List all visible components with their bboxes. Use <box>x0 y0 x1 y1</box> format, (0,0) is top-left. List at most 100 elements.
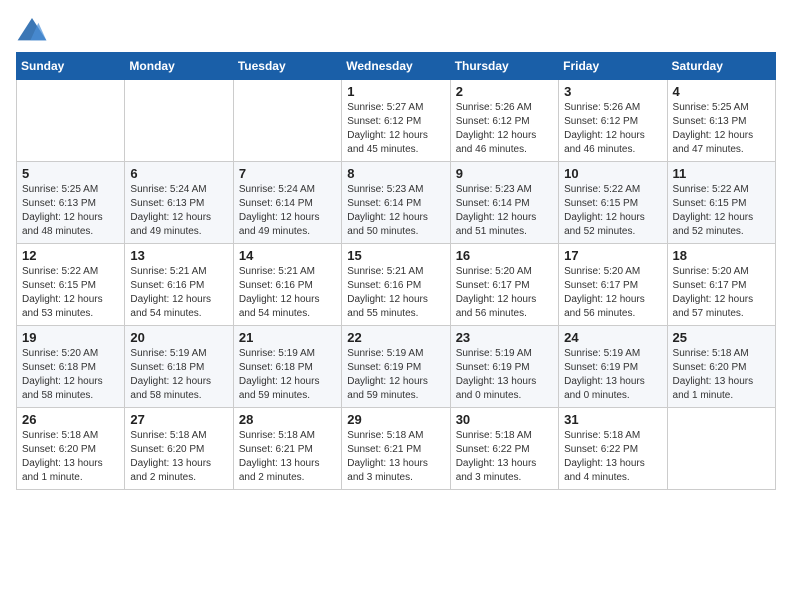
calendar-header-tuesday: Tuesday <box>233 53 341 80</box>
day-number: 1 <box>347 84 444 99</box>
calendar-cell: 13Sunrise: 5:21 AMSunset: 6:16 PMDayligh… <box>125 244 233 326</box>
day-info: Sunrise: 5:26 AMSunset: 6:12 PMDaylight:… <box>564 101 661 157</box>
day-number: 21 <box>239 330 336 345</box>
day-info: Sunrise: 5:24 AMSunset: 6:14 PMDaylight:… <box>239 183 336 239</box>
day-number: 19 <box>22 330 119 345</box>
day-info: Sunrise: 5:18 AMSunset: 6:22 PMDaylight:… <box>456 429 553 485</box>
calendar-cell <box>17 80 125 162</box>
day-number: 24 <box>564 330 661 345</box>
day-info: Sunrise: 5:26 AMSunset: 6:12 PMDaylight:… <box>456 101 553 157</box>
day-number: 12 <box>22 248 119 263</box>
day-info: Sunrise: 5:22 AMSunset: 6:15 PMDaylight:… <box>673 183 770 239</box>
day-number: 6 <box>130 166 227 181</box>
day-number: 7 <box>239 166 336 181</box>
calendar-cell: 11 Sunrise: 5:22 AMSunset: 6:15 PMDayligh… <box>667 162 775 244</box>
calendar-cell: 23Sunrise: 5:19 AMSunset: 6:19 PMDayligh… <box>450 326 558 408</box>
calendar-cell: 2 Sunrise: 5:26 AMSunset: 6:12 PMDaylight… <box>450 80 558 162</box>
day-number: 22 <box>347 330 444 345</box>
calendar-cell: 19 Sunrise: 5:20 AMSunset: 6:18 PMDayligh… <box>17 326 125 408</box>
day-info: Sunrise: 5:18 AMSunset: 6:20 PMDaylight:… <box>673 347 770 403</box>
day-info: Sunrise: 5:21 AMSunset: 6:16 PMDaylight:… <box>239 265 336 321</box>
day-number: 14 <box>239 248 336 263</box>
calendar-cell: 5 Sunrise: 5:25 AMSunset: 6:13 PMDaylight… <box>17 162 125 244</box>
day-number: 17 <box>564 248 661 263</box>
calendar-week-row: 1 Sunrise: 5:27 AMSunset: 6:12 PMDaylight… <box>17 80 776 162</box>
calendar-cell: 4 Sunrise: 5:25 AMSunset: 6:13 PMDaylight… <box>667 80 775 162</box>
day-info: Sunrise: 5:21 AMSunset: 6:16 PMDaylight:… <box>130 265 227 321</box>
calendar-cell: 12 Sunrise: 5:22 AMSunset: 6:15 PMDayligh… <box>17 244 125 326</box>
day-info: Sunrise: 5:25 AMSunset: 6:13 PMDaylight:… <box>673 101 770 157</box>
day-info: Sunrise: 5:18 AMSunset: 6:22 PMDaylight:… <box>564 429 661 485</box>
calendar-cell: 30 Sunrise: 5:18 AMSunset: 6:22 PMDayligh… <box>450 408 558 490</box>
day-number: 8 <box>347 166 444 181</box>
calendar-cell: 17 Sunrise: 5:20 AMSunset: 6:17 PMDayligh… <box>559 244 667 326</box>
calendar-header-wednesday: Wednesday <box>342 53 450 80</box>
day-number: 11 <box>673 166 770 181</box>
calendar-cell: 28 Sunrise: 5:18 AMSunset: 6:21 PMDayligh… <box>233 408 341 490</box>
day-number: 25 <box>673 330 770 345</box>
calendar-cell: 1 Sunrise: 5:27 AMSunset: 6:12 PMDaylight… <box>342 80 450 162</box>
logo <box>16 16 52 44</box>
calendar-cell: 26 Sunrise: 5:18 AMSunset: 6:20 PMDayligh… <box>17 408 125 490</box>
calendar-cell: 29 Sunrise: 5:18 AMSunset: 6:21 PMDayligh… <box>342 408 450 490</box>
calendar-table: SundayMondayTuesdayWednesdayThursdayFrid… <box>16 52 776 490</box>
page-header <box>16 16 776 44</box>
calendar-cell: 3 Sunrise: 5:26 AMSunset: 6:12 PMDaylight… <box>559 80 667 162</box>
day-info: Sunrise: 5:22 AMSunset: 6:15 PMDaylight:… <box>22 265 119 321</box>
day-info: Sunrise: 5:20 AMSunset: 6:17 PMDaylight:… <box>564 265 661 321</box>
calendar-week-row: 12 Sunrise: 5:22 AMSunset: 6:15 PMDayligh… <box>17 244 776 326</box>
logo-icon <box>16 16 48 44</box>
day-number: 10 <box>564 166 661 181</box>
calendar-week-row: 5 Sunrise: 5:25 AMSunset: 6:13 PMDaylight… <box>17 162 776 244</box>
day-number: 2 <box>456 84 553 99</box>
calendar-cell: 10 Sunrise: 5:22 AMSunset: 6:15 PMDayligh… <box>559 162 667 244</box>
day-number: 4 <box>673 84 770 99</box>
day-number: 29 <box>347 412 444 427</box>
calendar-cell: 20Sunrise: 5:19 AMSunset: 6:18 PMDayligh… <box>125 326 233 408</box>
calendar-cell: 8 Sunrise: 5:23 AMSunset: 6:14 PMDaylight… <box>342 162 450 244</box>
calendar-cell <box>233 80 341 162</box>
calendar-cell: 21 Sunrise: 5:19 AMSunset: 6:18 PMDayligh… <box>233 326 341 408</box>
day-info: Sunrise: 5:19 AMSunset: 6:19 PMDaylight:… <box>347 347 444 403</box>
calendar-week-row: 19 Sunrise: 5:20 AMSunset: 6:18 PMDayligh… <box>17 326 776 408</box>
day-info: Sunrise: 5:24 AMSunset: 6:13 PMDaylight:… <box>130 183 227 239</box>
day-number: 20 <box>130 330 227 345</box>
calendar-header-friday: Friday <box>559 53 667 80</box>
calendar-header-monday: Monday <box>125 53 233 80</box>
calendar-header-sunday: Sunday <box>17 53 125 80</box>
calendar-week-row: 26 Sunrise: 5:18 AMSunset: 6:20 PMDayligh… <box>17 408 776 490</box>
day-info: Sunrise: 5:18 AMSunset: 6:21 PMDaylight:… <box>347 429 444 485</box>
day-info: Sunrise: 5:23 AMSunset: 6:14 PMDaylight:… <box>347 183 444 239</box>
day-number: 31 <box>564 412 661 427</box>
day-number: 27 <box>130 412 227 427</box>
day-info: Sunrise: 5:23 AMSunset: 6:14 PMDaylight:… <box>456 183 553 239</box>
calendar-cell <box>125 80 233 162</box>
day-number: 5 <box>22 166 119 181</box>
calendar-cell: 15Sunrise: 5:21 AMSunset: 6:16 PMDayligh… <box>342 244 450 326</box>
day-info: Sunrise: 5:25 AMSunset: 6:13 PMDaylight:… <box>22 183 119 239</box>
calendar-header-saturday: Saturday <box>667 53 775 80</box>
day-info: Sunrise: 5:18 AMSunset: 6:20 PMDaylight:… <box>130 429 227 485</box>
day-number: 23 <box>456 330 553 345</box>
day-info: Sunrise: 5:27 AMSunset: 6:12 PMDaylight:… <box>347 101 444 157</box>
day-number: 26 <box>22 412 119 427</box>
calendar-cell: 27 Sunrise: 5:18 AMSunset: 6:20 PMDayligh… <box>125 408 233 490</box>
day-number: 30 <box>456 412 553 427</box>
day-info: Sunrise: 5:18 AMSunset: 6:20 PMDaylight:… <box>22 429 119 485</box>
day-number: 15 <box>347 248 444 263</box>
day-info: Sunrise: 5:19 AMSunset: 6:19 PMDaylight:… <box>564 347 661 403</box>
calendar-cell: 6 Sunrise: 5:24 AMSunset: 6:13 PMDaylight… <box>125 162 233 244</box>
day-number: 3 <box>564 84 661 99</box>
calendar-cell: 16Sunrise: 5:20 AMSunset: 6:17 PMDayligh… <box>450 244 558 326</box>
day-info: Sunrise: 5:20 AMSunset: 6:17 PMDaylight:… <box>456 265 553 321</box>
calendar-header-thursday: Thursday <box>450 53 558 80</box>
calendar-cell: 24 Sunrise: 5:19 AMSunset: 6:19 PMDayligh… <box>559 326 667 408</box>
calendar-cell: 7 Sunrise: 5:24 AMSunset: 6:14 PMDaylight… <box>233 162 341 244</box>
day-info: Sunrise: 5:19 AMSunset: 6:18 PMDaylight:… <box>239 347 336 403</box>
day-number: 28 <box>239 412 336 427</box>
calendar-cell <box>667 408 775 490</box>
day-info: Sunrise: 5:22 AMSunset: 6:15 PMDaylight:… <box>564 183 661 239</box>
day-info: Sunrise: 5:18 AMSunset: 6:21 PMDaylight:… <box>239 429 336 485</box>
day-info: Sunrise: 5:20 AMSunset: 6:18 PMDaylight:… <box>22 347 119 403</box>
calendar-cell: 31 Sunrise: 5:18 AMSunset: 6:22 PMDayligh… <box>559 408 667 490</box>
